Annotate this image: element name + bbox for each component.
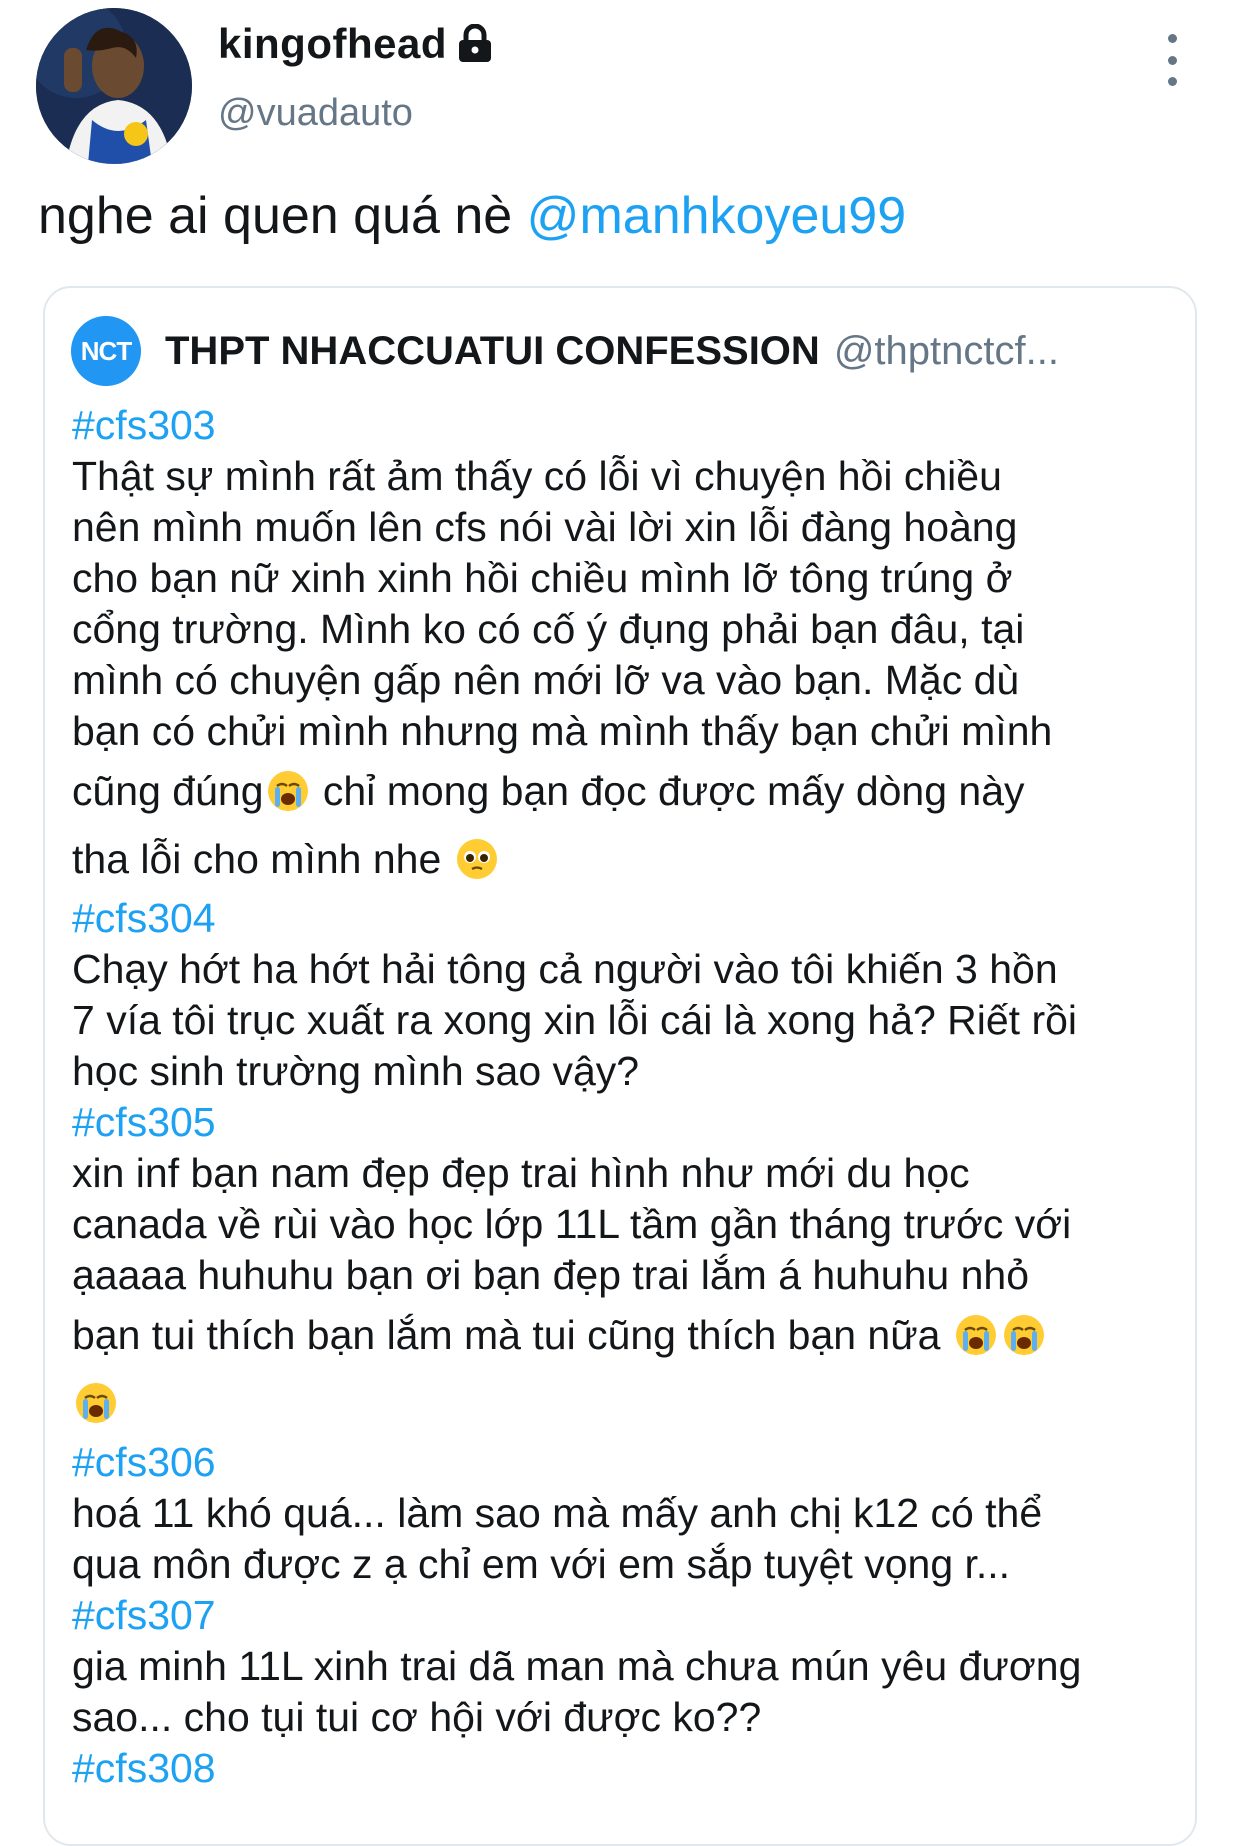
quoted-handle: @thptnctcf...: [833, 328, 1059, 373]
confession-line: Thật sự mình rất ảm thấy có lỗi vì chuyệ…: [72, 451, 1177, 502]
quoted-tweet-body: #cfs303 Thật sự mình rất ảm thấy có lỗi v…: [72, 400, 1177, 1794]
more-options-icon[interactable]: [1160, 34, 1184, 86]
pleading-face-emoji: [456, 839, 497, 879]
avatar[interactable]: [36, 8, 192, 164]
confession-line: qua môn được z ạ chỉ em với em sắp tuyệt…: [72, 1539, 1177, 1590]
line-text: cho bạn nữ xinh xinh hồi chiều mình lỡ t…: [72, 555, 1013, 601]
confession-line: nên mình muốn lên cfs nói vài lời xin lỗ…: [72, 502, 1177, 553]
confession-line: xin inf bạn nam đẹp đẹp trai hình như mớ…: [72, 1148, 1177, 1199]
line-text: Chạy hớt ha hớt hải tông cả người vào tô…: [72, 946, 1058, 992]
line-text: chỉ mong bạn đọc được mấy dòng này: [311, 768, 1025, 814]
line-text: mình có chuyện gấp nên mới lỡ va vào bạn…: [72, 657, 1020, 703]
line-text: bạn tui thích bạn lắm mà tui cũng thích …: [72, 1312, 952, 1358]
crying-face-emoji: [76, 1383, 116, 1423]
tweet-body: nghe ai quen quá nè: [38, 187, 527, 245]
confession-line: mình có chuyện gấp nên mới lỡ va vào bạn…: [72, 655, 1177, 706]
line-text: nên mình muốn lên cfs nói vài lời xin lỗ…: [72, 504, 1018, 550]
line-text: bạn có chửi mình nhưng mà mình thấy bạn …: [72, 708, 1053, 754]
avatar-basketball-player-icon: [36, 8, 192, 164]
line-text: hoá 11 khó quá... làm sao mà mấy anh chị…: [72, 1490, 1043, 1536]
confession-line: hoá 11 khó quá... làm sao mà mấy anh chị…: [72, 1488, 1177, 1539]
line-text: gia minh 11L xinh trai dã man mà chưa mú…: [72, 1643, 1082, 1689]
quoted-tweet-card[interactable]: NCT THPT NHACCUATUI CONFESSION @thptnctc…: [43, 286, 1197, 1846]
quoted-display-name: THPT NHACCUATUI CONFESSION: [165, 328, 820, 373]
line-text: học sinh trường mình sao vậy?: [72, 1048, 640, 1094]
line-text: sao... cho tụi tui cơ hội với được ko??: [72, 1694, 762, 1740]
lock-icon: [459, 24, 492, 62]
hashtag-link[interactable]: #cfs304: [72, 893, 1177, 944]
confession-line: 7 vía tôi trục xuất ra xong xin lỗi cái …: [72, 995, 1177, 1046]
hashtag-link[interactable]: #cfs303: [72, 400, 1177, 451]
tweet-text: nghe ai quen quá nè @manhkoyeu99: [38, 186, 906, 246]
display-name-row[interactable]: kingofhead: [218, 20, 493, 68]
line-text: xin inf bạn nam đẹp đẹp trai hình như mớ…: [72, 1150, 970, 1196]
confession-line: gia minh 11L xinh trai dã man mà chưa mú…: [72, 1641, 1177, 1692]
line-text: 7 vía tôi trục xuất ra xong xin lỗi cái …: [72, 997, 1078, 1043]
confession-line: cũng đúng chỉ mong bạn đọc được mấy dòng…: [72, 757, 1177, 825]
nct-logo-icon: NCT: [71, 316, 141, 386]
crying-face-emoji: [267, 771, 308, 811]
crying-face-emoji: [1003, 1315, 1044, 1355]
confession-line: canada về rùi vào học lớp 11L tầm gần th…: [72, 1199, 1177, 1250]
confession-line: [72, 1369, 1177, 1437]
line-text: Thật sự mình rất ảm thấy có lỗi vì chuyệ…: [72, 453, 1002, 499]
confession-line: sao... cho tụi tui cơ hội với được ko??: [72, 1692, 1177, 1743]
quoted-tweet-header: NCT THPT NHACCUATUI CONFESSION @thptnctc…: [71, 316, 1059, 386]
hashtag-link[interactable]: #cfs308: [72, 1743, 1177, 1794]
line-text: tha lỗi cho mình nhe: [72, 836, 453, 882]
line-text: qua môn được z ạ chỉ em với em sắp tuyệt…: [72, 1541, 1011, 1587]
display-name[interactable]: kingofhead: [218, 20, 447, 68]
user-handle[interactable]: @vuadauto: [218, 92, 413, 135]
hashtag-link[interactable]: #cfs306: [72, 1437, 1177, 1488]
confession-line: học sinh trường mình sao vậy?: [72, 1046, 1177, 1097]
confession-line: bạn tui thích bạn lắm mà tui cũng thích …: [72, 1301, 1177, 1369]
hashtag-link[interactable]: #cfs307: [72, 1590, 1177, 1641]
confession-line: bạn có chửi mình nhưng mà mình thấy bạn …: [72, 706, 1177, 757]
mention-link[interactable]: @manhkoyeu99: [527, 187, 906, 245]
confession-line: cổng trường. Mình ko có cố ý đụng phải b…: [72, 604, 1177, 655]
crying-face-emoji: [955, 1315, 996, 1355]
line-text: ạaaaa huhuhu bạn ơi bạn đẹp trai lắm á h…: [72, 1252, 1029, 1298]
confession-line: ạaaaa huhuhu bạn ơi bạn đẹp trai lắm á h…: [72, 1250, 1177, 1301]
confession-line: tha lỗi cho mình nhe: [72, 825, 1177, 893]
line-text: cổng trường. Mình ko có cố ý đụng phải b…: [72, 606, 1025, 652]
line-text: cũng đúng: [72, 768, 264, 814]
confession-line: cho bạn nữ xinh xinh hồi chiều mình lỡ t…: [72, 553, 1177, 604]
line-text: canada về rùi vào học lớp 11L tầm gần th…: [72, 1201, 1072, 1247]
hashtag-link[interactable]: #cfs305: [72, 1097, 1177, 1148]
confession-line: Chạy hớt ha hớt hải tông cả người vào tô…: [72, 944, 1177, 995]
